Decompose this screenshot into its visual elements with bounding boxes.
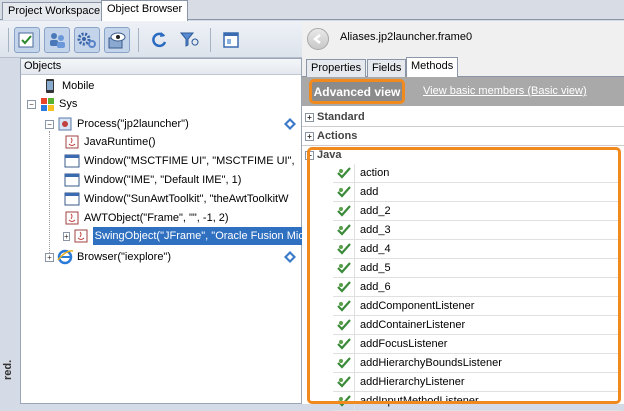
tree-item-process[interactable]: − Process("jp2launcher") — [45, 115, 189, 133]
tree-item-browser[interactable]: + Browser("iexplore") — [45, 248, 171, 266]
collapsed-side-panel[interactable] — [0, 58, 20, 404]
refresh-button[interactable] — [146, 27, 172, 53]
tree-label: SwingObject("JFrame", "Oracle Fusion Mic — [92, 227, 306, 245]
mapped-object-icon — [284, 251, 296, 263]
show-all-objects-button[interactable] — [14, 27, 40, 53]
tab-object-browser[interactable]: Object Browser — [101, 0, 189, 21]
view-switch-bar: Advanced view View basic members (Basic … — [302, 77, 624, 106]
tree-item-javaruntime[interactable]: JavaRuntime() — [64, 133, 156, 151]
gears-icon — [77, 32, 96, 48]
window-icon — [64, 154, 80, 168]
tab-methods[interactable]: Methods — [406, 57, 459, 78]
tab-properties[interactable]: Properties — [306, 59, 367, 77]
java-icon — [65, 211, 79, 225]
tree-guide — [49, 131, 50, 257]
mapped-object-icon — [284, 118, 296, 130]
category-actions[interactable]: + Actions — [305, 127, 621, 145]
settings-button[interactable] — [74, 27, 100, 53]
toolbar-separator — [210, 28, 211, 52]
filter-button[interactable] — [176, 27, 202, 53]
back-button[interactable] — [307, 28, 329, 50]
refresh-icon — [152, 32, 167, 48]
objects-header: Objects — [21, 59, 301, 75]
tree-item-sys[interactable]: − Sys — [27, 95, 77, 113]
tree-item-awtobject[interactable]: AWTObject("Frame", "", -1, 2) — [64, 209, 229, 227]
toolbar-separator — [8, 28, 9, 52]
expand-icon[interactable]: + — [45, 252, 54, 262]
view-button[interactable] — [104, 27, 130, 53]
tree-item-window-msctfime[interactable]: Window("MSCTFIME UI", "MSCTFIME UI", — [64, 152, 295, 170]
eye-box-icon — [108, 32, 126, 49]
tree-item-mobile[interactable]: Mobile — [27, 77, 94, 95]
java-icon — [74, 229, 88, 243]
tab-project-workspace[interactable]: Project Workspace — [2, 2, 107, 20]
toolbar-separator — [138, 28, 139, 52]
category-label: Actions — [317, 130, 358, 142]
process-icon — [58, 117, 72, 131]
category-label: Standard — [317, 111, 365, 123]
tree-label: Mobile — [62, 80, 95, 92]
object-details-panel: Aliases.jp2launcher.frame0 Properties Fi… — [302, 21, 624, 411]
top-tab-bar: Project Workspace Object Browser — [0, 0, 624, 21]
window-icon — [64, 173, 80, 187]
back-arrow-icon — [312, 34, 321, 44]
object-name: Aliases.jp2launcher.frame0 — [340, 31, 473, 43]
tree-label: Sys — [59, 98, 78, 110]
tree-label: Window("SunAwtToolkit", "theAwtToolkitW — [84, 193, 289, 205]
tree-item-swingobject[interactable]: + SwingObject("JFrame", "Oracle Fusion M… — [63, 227, 306, 245]
side-panel-label: red. — [2, 359, 14, 380]
tree-label: Process("jp2launcher") — [77, 118, 189, 130]
ie-icon — [57, 249, 73, 265]
mobile-icon — [46, 79, 54, 93]
tree-label: Window("IME", "Default IME", 1) — [84, 174, 242, 186]
collapse-icon[interactable]: − — [27, 99, 36, 109]
checklist-icon — [18, 32, 34, 48]
java-icon — [65, 135, 79, 149]
tree-label: AWTObject("Frame", "", -1, 2) — [84, 212, 229, 224]
tree-label: JavaRuntime() — [84, 136, 156, 148]
tree-label: Window("MSCTFIME UI", "MSCTFIME UI", — [84, 155, 295, 167]
windows-logo-icon — [41, 98, 54, 111]
tree-label: Browser("iexplore") — [77, 251, 171, 263]
window-icon — [64, 192, 80, 206]
expand-icon[interactable]: + — [305, 112, 314, 122]
collapse-icon[interactable]: − — [45, 119, 54, 129]
object-browser-toolbar — [0, 21, 302, 58]
methods-content: Advanced view View basic members (Basic … — [302, 77, 624, 411]
details-tab-bar: Properties Fields Methods — [302, 57, 624, 78]
category-standard[interactable]: + Standard — [305, 108, 621, 126]
tree-item-window-ime[interactable]: Window("IME", "Default IME", 1) — [64, 171, 241, 189]
advanced-view-button[interactable]: Advanced view — [309, 79, 405, 104]
window-button[interactable] — [218, 27, 244, 53]
users-icon — [50, 33, 65, 48]
filter-icon — [179, 32, 199, 47]
expand-icon[interactable]: + — [63, 231, 70, 241]
expand-icon[interactable]: + — [305, 131, 314, 141]
tree-item-window-sunawttoolkit[interactable]: Window("SunAwtToolkit", "theAwtToolkitW — [64, 190, 289, 208]
window-icon — [223, 32, 239, 48]
basic-view-link[interactable]: View basic members (Basic view) — [423, 85, 587, 97]
objects-tree-panel: Objects Mobile − Sys − Process("jp2launc… — [20, 58, 306, 404]
tab-fields[interactable]: Fields — [367, 59, 407, 77]
java-highlight-box — [307, 147, 621, 404]
mapped-objects-button[interactable] — [44, 27, 70, 53]
